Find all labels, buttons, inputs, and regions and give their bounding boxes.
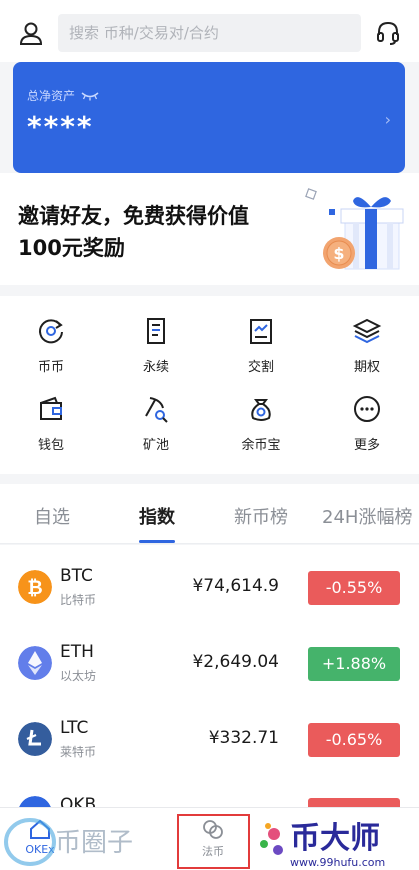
grid-label-spot: 币币 xyxy=(37,360,64,375)
coin-symbol: OKB xyxy=(60,795,97,807)
change-badge: -0.55% xyxy=(308,571,400,605)
active-tab-underline xyxy=(139,540,175,543)
table-row[interactable]: ETH 以太坊 ¥2,649.04 +1.88% xyxy=(0,626,419,701)
tab-index[interactable]: 指数 xyxy=(139,503,175,529)
grid-item-futures[interactable]: 交割 xyxy=(226,316,296,375)
grid-item-options[interactable]: 期权 xyxy=(332,316,402,375)
total-assets-label: 总净资产 xyxy=(27,89,76,103)
spot-icon xyxy=(39,319,63,344)
invite-banner[interactable]: 邀请好友，免费获得价值100元奖励 $ xyxy=(0,173,419,285)
more-icon xyxy=(354,396,380,422)
wallet-icon xyxy=(40,396,62,420)
invite-text: 邀请好友，免费获得价值100元奖励 xyxy=(18,204,249,260)
coin-symbol: $ xyxy=(333,244,344,263)
watermark-right-text: 币大师 xyxy=(290,821,380,856)
gift-icon: $ xyxy=(305,188,404,270)
options-icon xyxy=(352,318,382,344)
grid-label-earn: 余币宝 xyxy=(241,438,281,453)
table-row[interactable]: LTC 莱特币 ¥332.71 -0.65% xyxy=(0,702,419,777)
watermark-left: 币圈子 xyxy=(0,807,150,870)
watermark-right: 币大师 www.99hufu.com xyxy=(256,812,419,870)
perpetual-icon xyxy=(147,318,165,344)
futures-icon xyxy=(250,319,272,344)
user-icon[interactable] xyxy=(18,20,44,46)
grid-item-more[interactable]: 更多 xyxy=(332,394,402,453)
nav-label-fiat: 法币 xyxy=(202,845,224,858)
change-badge xyxy=(308,798,400,807)
grid-item-spot[interactable]: 币币 xyxy=(16,316,86,375)
grid-label-futures: 交割 xyxy=(247,360,274,375)
coin-price: ¥74,614.9 xyxy=(192,576,279,596)
btc-coin-icon: ₿ xyxy=(18,570,52,604)
market-list: ₿ BTC 比特币 ¥74,614.9 -0.55% ETH 以太坊 ¥2,64… xyxy=(0,545,419,807)
search-input[interactable]: 搜索 币种/交易对/合约 xyxy=(58,14,361,52)
function-grid: 币币 永续 交割 期权 钱包 矿池 余币宝 更多 xyxy=(0,296,419,474)
coin-name: 比特币 xyxy=(60,593,97,607)
coin-symbol: BTC xyxy=(60,566,93,586)
coin-name: 莱特币 xyxy=(60,745,97,759)
total-assets-value: **** xyxy=(27,110,94,143)
headset-icon[interactable] xyxy=(375,20,401,46)
eth-coin-icon xyxy=(18,646,52,680)
grid-label-wallet: 钱包 xyxy=(37,438,64,453)
coin-price: ¥332.71 xyxy=(208,728,279,748)
fiat-icon xyxy=(203,820,223,839)
grid-item-perpetual[interactable]: 永续 xyxy=(121,316,191,375)
nav-fiat[interactable]: 法币 xyxy=(183,818,243,859)
tab-24h-gainers[interactable]: 24H涨幅榜 xyxy=(322,503,412,529)
table-row[interactable]: ₿ BTC 比特币 ¥74,614.9 -0.55% xyxy=(0,550,419,625)
earn-icon xyxy=(251,399,271,421)
change-badge: -0.65% xyxy=(308,723,400,757)
watermark-left-logo: 币圈子 xyxy=(4,818,133,866)
ltc-coin-icon xyxy=(18,722,52,756)
watermark-right-url: www.99hufu.com xyxy=(290,856,385,869)
coin-symbol: LTC xyxy=(60,718,89,738)
watermark-right-logo: 币大师 www.99hufu.com xyxy=(260,821,385,869)
market-tabs: 自选 指数 新币榜 24H涨幅榜 xyxy=(0,484,419,544)
coin-price: ¥2,649.04 xyxy=(192,652,279,672)
okb-coin-icon xyxy=(19,796,51,807)
coin-name: 以太坊 xyxy=(60,669,97,683)
change-badge: +1.88% xyxy=(308,647,400,681)
grid-label-options: 期权 xyxy=(353,360,380,375)
total-assets-card[interactable]: 总净资产 **** › xyxy=(13,62,405,173)
grid-label-more: 更多 xyxy=(353,438,380,453)
grid-label-perpetual: 永续 xyxy=(142,360,169,375)
pool-icon xyxy=(145,397,168,423)
svg-text:₿: ₿ xyxy=(27,577,42,599)
top-bar: 搜索 币种/交易对/合约 xyxy=(0,0,419,62)
chevron-right-icon: › xyxy=(384,110,391,129)
grid-item-earn[interactable]: 余币宝 xyxy=(226,394,296,453)
coin-symbol: ETH xyxy=(60,642,94,662)
grid-label-pool: 矿池 xyxy=(142,438,169,453)
table-row[interactable]: OKB xyxy=(0,778,419,807)
grid-item-pool[interactable]: 矿池 xyxy=(121,394,191,453)
tab-watchlist[interactable]: 自选 xyxy=(34,503,70,529)
eye-closed-icon[interactable] xyxy=(81,91,99,101)
watermark-left-text: 币圈子 xyxy=(55,828,133,858)
grid-item-wallet[interactable]: 钱包 xyxy=(16,394,86,453)
tab-new-coins[interactable]: 新币榜 xyxy=(234,503,288,529)
total-assets-label-row: 总净资产 xyxy=(27,87,99,104)
